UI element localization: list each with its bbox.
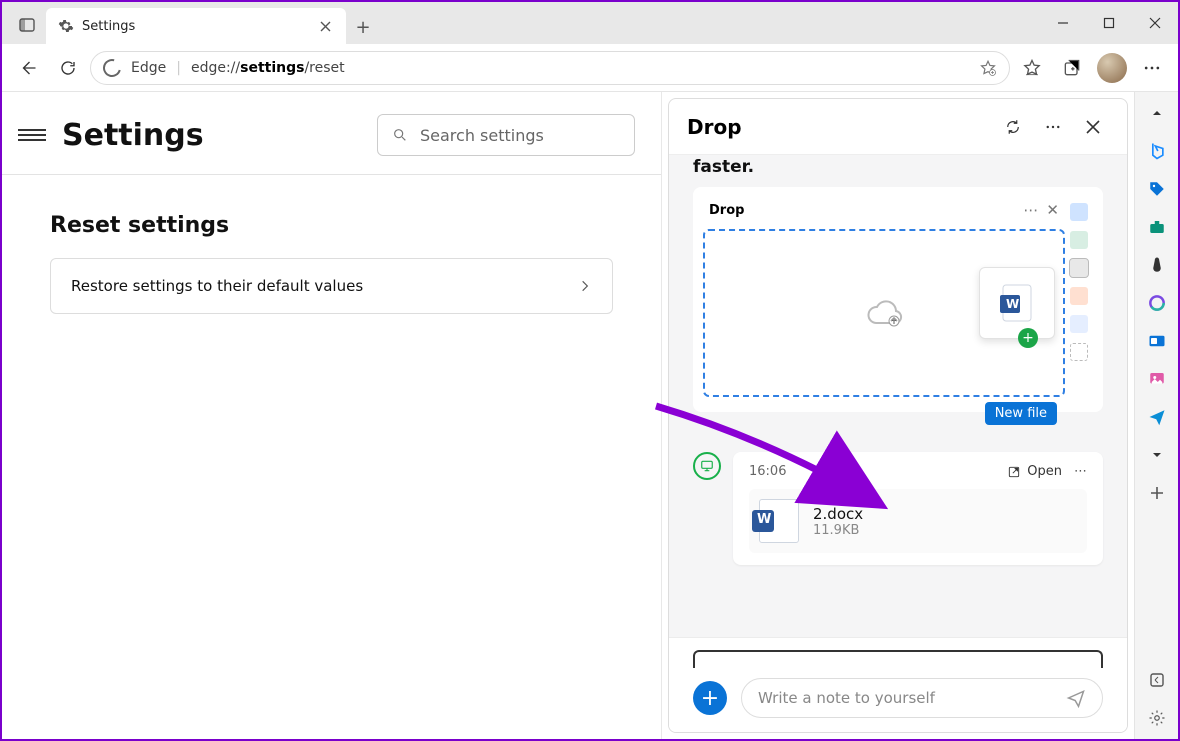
message-time: 16:06 — [749, 464, 786, 479]
divider: | — [176, 60, 181, 76]
section-title: Reset settings — [50, 213, 613, 238]
tab-strip: Settings + — [2, 2, 380, 44]
drop-panel: Drop faster. Drop — [668, 98, 1128, 733]
more-menu-button[interactable] — [1134, 50, 1170, 86]
drop-close-button[interactable] — [1077, 111, 1109, 143]
compose-placeholder: Write a note to yourself — [758, 689, 935, 707]
favorite-star-icon[interactable] — [979, 59, 997, 77]
hero-more-icon: ⋯ — [1023, 201, 1038, 219]
sidebar-settings-icon[interactable] — [1142, 703, 1172, 733]
cloud-upload-icon — [864, 299, 904, 327]
drop-hero-card: Drop ⋯ ✕ W + New — [693, 187, 1103, 412]
compose-input[interactable]: Write a note to yourself — [741, 678, 1103, 718]
page-title: Settings — [62, 118, 204, 153]
message-card: 16:06 Open ⋯ 2.docx 11.9KB — [733, 452, 1103, 565]
settings-pane: Settings Search settings Reset settings … — [2, 92, 662, 739]
settings-search-input[interactable]: Search settings — [377, 114, 635, 156]
chevron-right-icon — [578, 279, 592, 293]
side-add-icon — [1070, 343, 1088, 361]
copilot-icon[interactable] — [1142, 288, 1172, 318]
back-button[interactable] — [10, 50, 46, 86]
bing-icon[interactable] — [1142, 136, 1172, 166]
edge-sidebar — [1134, 92, 1178, 739]
word-document-icon — [759, 499, 799, 543]
add-badge-icon: + — [1018, 328, 1038, 348]
search-icon — [392, 127, 408, 143]
maximize-button[interactable] — [1086, 2, 1132, 44]
reset-section: Reset settings Restore settings to their… — [2, 175, 661, 352]
url-text: edge://settings/reset — [191, 60, 345, 76]
window-titlebar: Settings + — [2, 2, 1178, 44]
compose-top-border — [693, 650, 1103, 668]
file-size: 11.9KB — [813, 523, 863, 538]
collections-button[interactable] — [1054, 50, 1090, 86]
side-icon — [1070, 315, 1088, 333]
hero-close-icon: ✕ — [1046, 201, 1059, 219]
favorites-button[interactable] — [1014, 50, 1050, 86]
hero-text: faster. — [693, 155, 1103, 187]
drop-zone[interactable]: W + New file — [703, 229, 1065, 397]
gear-icon — [58, 18, 74, 34]
svg-text:W: W — [1006, 297, 1019, 311]
add-attachment-button[interactable]: + — [693, 681, 727, 715]
restore-defaults-option[interactable]: Restore settings to their default values — [50, 258, 613, 314]
side-icon-active — [1070, 259, 1088, 277]
hero-card-title: Drop — [709, 203, 744, 218]
shopping-tag-icon[interactable] — [1142, 174, 1172, 204]
new-file-badge: New file — [985, 402, 1057, 425]
sidebar-collapse-icon[interactable] — [1142, 98, 1172, 128]
tab-actions-button[interactable] — [8, 6, 46, 44]
sidebar-panel-icon[interactable] — [1142, 665, 1172, 695]
search-placeholder: Search settings — [420, 126, 544, 145]
sidebar-add-button[interactable] — [1142, 478, 1172, 508]
file-preview: W + — [979, 267, 1055, 339]
close-window-button[interactable] — [1132, 2, 1178, 44]
outlook-icon[interactable] — [1142, 326, 1172, 356]
edge-icon — [100, 55, 125, 80]
address-bar[interactable]: Edge | edge://settings/reset — [90, 51, 1010, 85]
drop-header: Drop — [669, 99, 1127, 155]
settings-header: Settings Search settings — [2, 92, 661, 174]
drop-body: faster. Drop ⋯ ✕ — [669, 155, 1127, 637]
file-name: 2.docx — [813, 505, 863, 523]
tab-title: Settings — [82, 19, 308, 34]
compose-area: + Write a note to yourself — [669, 637, 1127, 732]
message-more-button[interactable]: ⋯ — [1074, 464, 1087, 479]
side-icon — [1070, 231, 1088, 249]
device-avatar-icon — [693, 452, 721, 480]
refresh-button[interactable] — [50, 50, 86, 86]
window-controls — [1040, 2, 1178, 44]
sidebar-expand-icon[interactable] — [1142, 440, 1172, 470]
browser-toolbar: Edge | edge://settings/reset — [2, 44, 1178, 92]
hero-side-icons — [1065, 197, 1093, 402]
image-creator-icon[interactable] — [1142, 364, 1172, 394]
minimize-button[interactable] — [1040, 2, 1086, 44]
new-tab-button[interactable]: + — [346, 10, 380, 44]
drop-title: Drop — [687, 115, 742, 139]
option-label: Restore settings to their default values — [71, 277, 363, 295]
profile-avatar[interactable] — [1094, 50, 1130, 86]
identity-label: Edge — [131, 60, 166, 76]
drop-more-button[interactable] — [1037, 111, 1069, 143]
browser-tab[interactable]: Settings — [46, 8, 346, 44]
drop-refresh-button[interactable] — [997, 111, 1029, 143]
send-icon[interactable] — [1066, 688, 1086, 708]
tools-briefcase-icon[interactable] — [1142, 212, 1172, 242]
side-icon — [1070, 287, 1088, 305]
content-area: Settings Search settings Reset settings … — [2, 92, 1178, 739]
open-file-button[interactable]: Open — [1007, 464, 1062, 479]
side-icon — [1070, 203, 1088, 221]
message-row: 16:06 Open ⋯ 2.docx 11.9KB — [693, 452, 1103, 565]
drop-plane-icon[interactable] — [1142, 402, 1172, 432]
games-icon[interactable] — [1142, 250, 1172, 280]
close-tab-icon[interactable] — [316, 17, 334, 35]
settings-hamburger-icon[interactable] — [18, 129, 46, 141]
file-item[interactable]: 2.docx 11.9KB — [749, 489, 1087, 553]
